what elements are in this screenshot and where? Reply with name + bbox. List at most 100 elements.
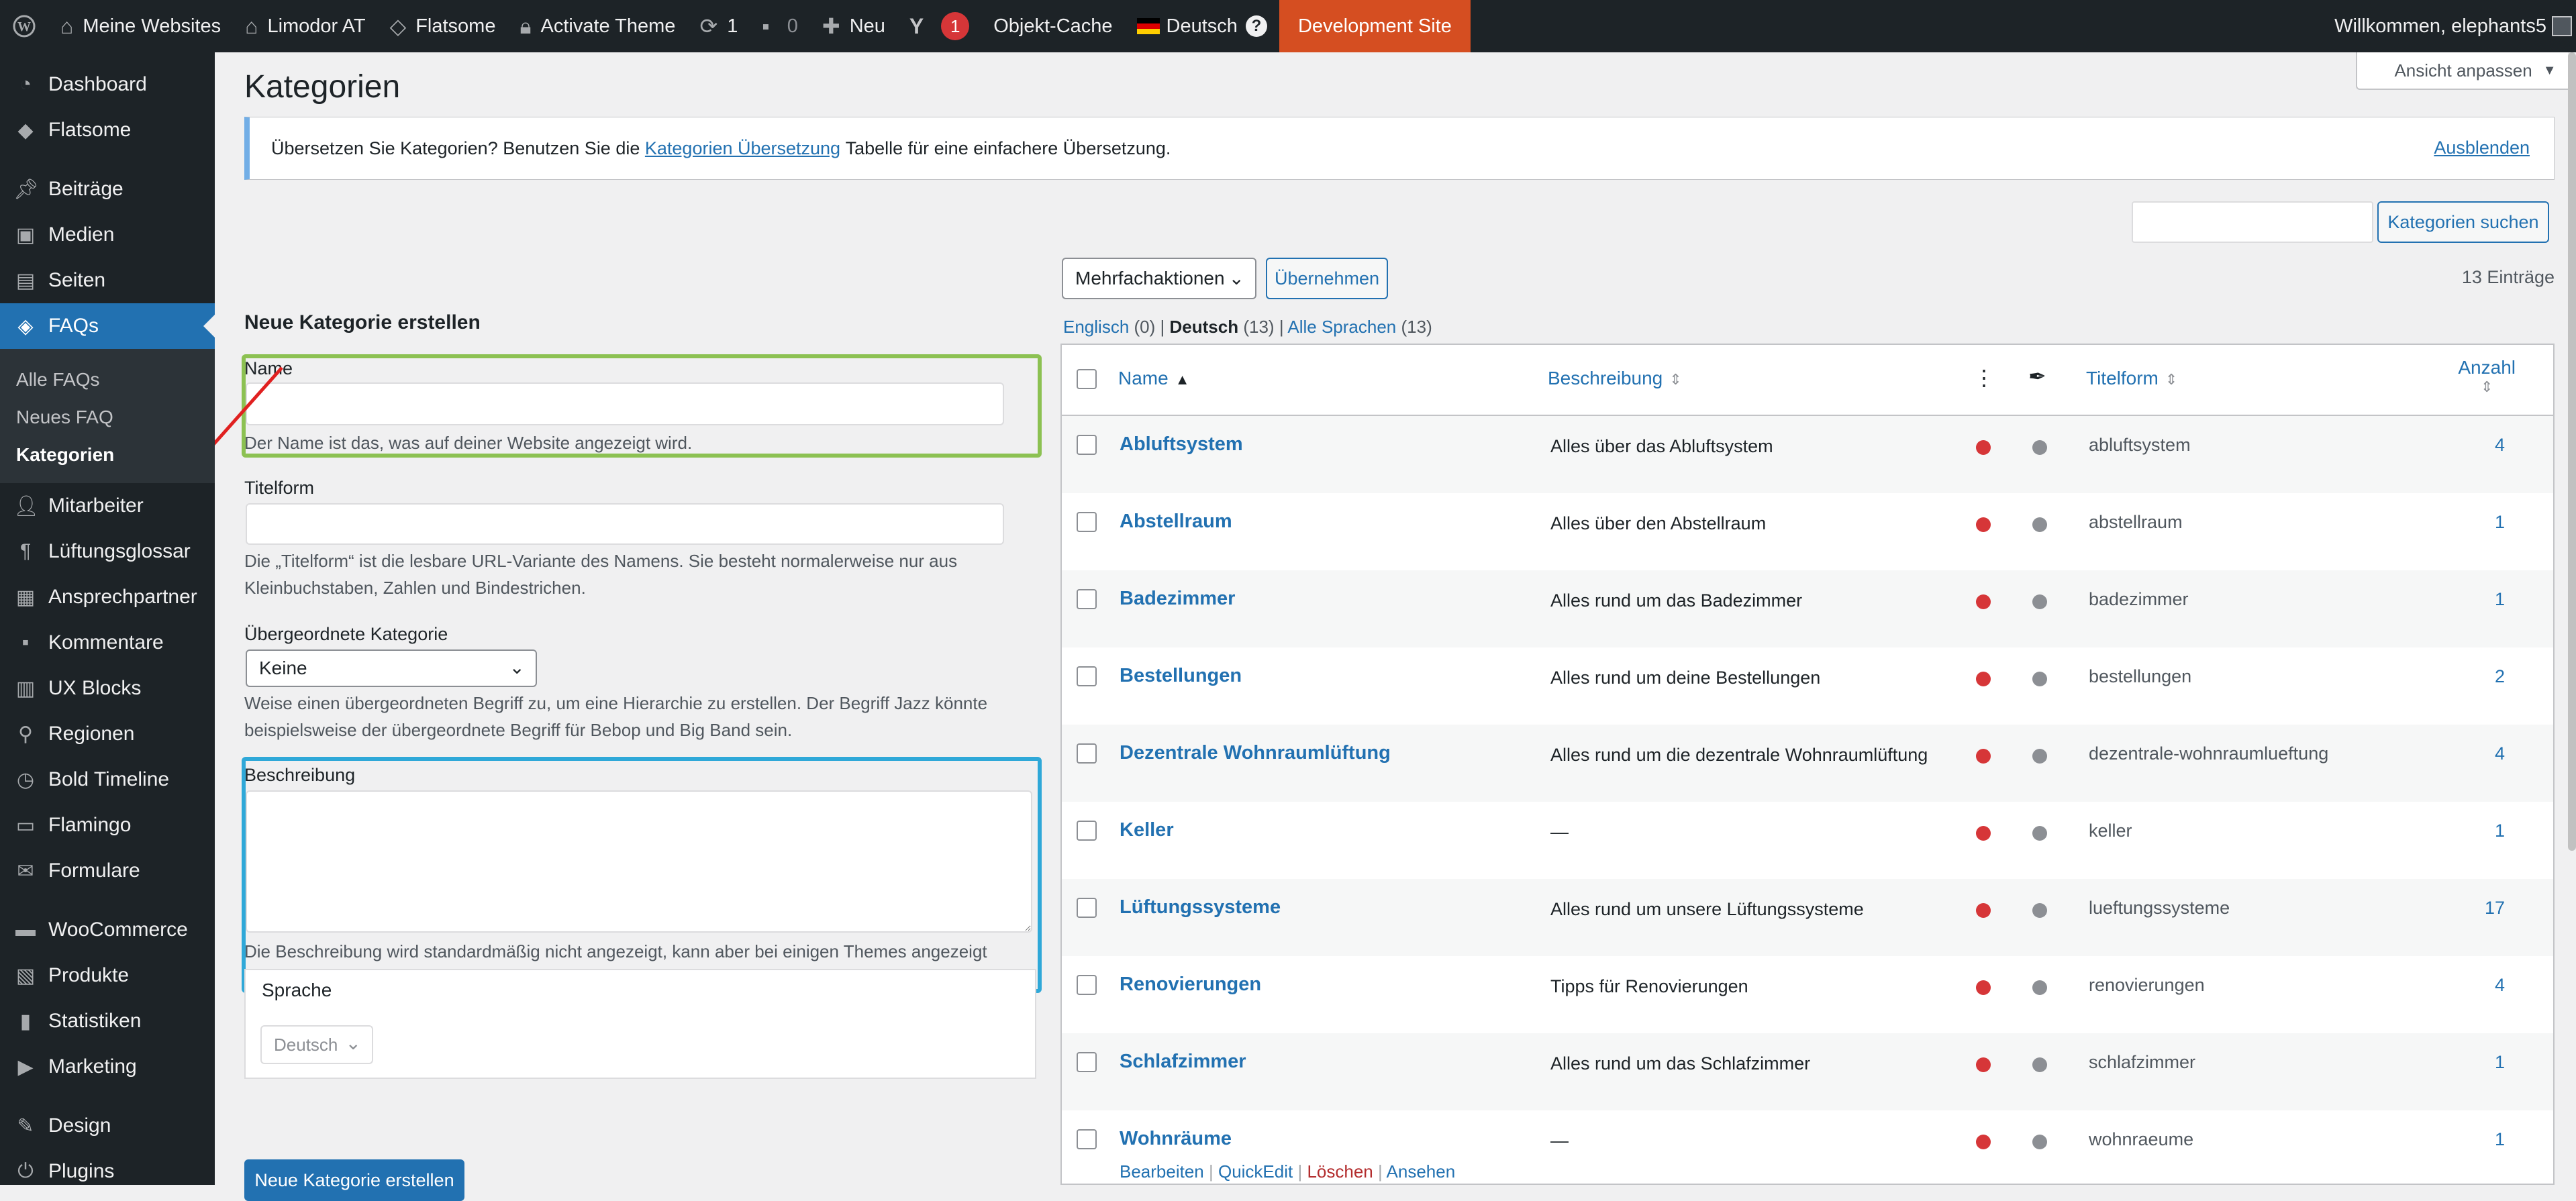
- sidebar-subitem-all-faqs[interactable]: Alle FAQs: [0, 361, 215, 399]
- category-count-link[interactable]: 1: [2495, 589, 2505, 610]
- language-menu[interactable]: Deutsch?: [1125, 0, 1279, 52]
- category-name-link[interactable]: Abluftsystem: [1120, 433, 1243, 456]
- sidebar-item-seiten[interactable]: ▤ Seiten: [0, 258, 215, 303]
- category-count-link[interactable]: 1: [2495, 1129, 2505, 1150]
- row-checkbox[interactable]: [1077, 898, 1097, 918]
- category-count-link[interactable]: 4: [2495, 743, 2505, 764]
- updates-menu[interactable]: ⟳ 1: [687, 0, 750, 52]
- my-account-menu[interactable]: Willkommen, elephants5: [2334, 0, 2576, 52]
- row-checkbox[interactable]: [1077, 589, 1097, 609]
- language-select[interactable]: Deutsch ⌄: [260, 1025, 373, 1064]
- filter-german[interactable]: Deutsch: [1170, 317, 1239, 337]
- sidebar-item-statistiken[interactable]: ▮ Statistiken: [0, 998, 215, 1044]
- sidebar-item-design[interactable]: ✎ Design: [0, 1103, 215, 1149]
- category-name-link[interactable]: Lüftungssysteme: [1120, 896, 1281, 919]
- filter-all-languages[interactable]: Alle Sprachen: [1287, 317, 1396, 337]
- row-checkbox[interactable]: [1077, 666, 1097, 686]
- scrollbar-thumb[interactable]: [2568, 52, 2576, 851]
- name-input[interactable]: [246, 382, 1004, 425]
- category-count-link[interactable]: 4: [2495, 435, 2505, 456]
- comments-menu[interactable]: ▪ 0: [750, 0, 809, 52]
- notice-translation-link[interactable]: Kategorien Übersetzung: [645, 138, 840, 159]
- category-name-link[interactable]: Badezimmer: [1120, 588, 1235, 610]
- delete-link[interactable]: Löschen: [1307, 1161, 1373, 1182]
- edit-link[interactable]: Bearbeiten: [1120, 1161, 1204, 1182]
- row-checkbox[interactable]: [1077, 743, 1097, 764]
- column-count-header[interactable]: Anzahl ⇕: [2458, 357, 2516, 396]
- archive-icon: ▧: [15, 964, 36, 987]
- activate-theme-menu[interactable]: 🔒︎ Activate Theme: [507, 0, 687, 52]
- row-checkbox[interactable]: [1077, 1129, 1097, 1149]
- column-name-header[interactable]: Name ▲: [1118, 368, 1189, 389]
- sidebar-item-kommentare[interactable]: ▪ Kommentare: [0, 620, 215, 666]
- add-category-button[interactable]: Neue Kategorie erstellen: [244, 1159, 464, 1201]
- sidebar-subitem-new-faq[interactable]: Neues FAQ: [0, 399, 215, 436]
- sidebar-item-marketing[interactable]: ▶ Marketing: [0, 1044, 215, 1090]
- category-count-link[interactable]: 4: [2495, 975, 2505, 996]
- category-name-link[interactable]: Keller: [1120, 819, 1174, 841]
- row-checkbox[interactable]: [1077, 975, 1097, 995]
- filter-english[interactable]: Englisch: [1063, 317, 1129, 337]
- sidebar-item-mitarbeiter[interactable]: 👤︎ Mitarbeiter: [0, 483, 215, 529]
- sidebar-item-flamingo[interactable]: ▭ Flamingo: [0, 802, 215, 848]
- sidebar-item-regionen[interactable]: ⚲ Regionen: [0, 711, 215, 757]
- sidebar-subitem-categories[interactable]: Kategorien: [0, 436, 215, 474]
- parent-category-select[interactable]: Keine ⌄: [246, 649, 537, 687]
- sidebar-item-dashboard[interactable]: ◔ Dashboard: [0, 62, 215, 107]
- sidebar-item-lueftungsglossar[interactable]: ¶ Lüftungsglossar: [0, 529, 215, 574]
- scrollbar[interactable]: [2568, 52, 2576, 1185]
- row-checkbox[interactable]: [1077, 512, 1097, 532]
- sidebar-item-ansprechpartner[interactable]: ▦ Ansprechpartner: [0, 574, 215, 620]
- category-count-link[interactable]: 17: [2485, 898, 2505, 919]
- sidebar-item-uxblocks[interactable]: ▥ UX Blocks: [0, 666, 215, 711]
- translation-status-dot: [1976, 826, 1991, 841]
- description-textarea[interactable]: [246, 790, 1032, 933]
- site-name-menu[interactable]: ⌂ Limodor AT: [233, 0, 377, 52]
- search-input[interactable]: [2132, 201, 2373, 243]
- slug-input[interactable]: [246, 503, 1004, 545]
- view-link[interactable]: Ansehen: [1387, 1161, 1456, 1182]
- select-all-checkbox[interactable]: [1077, 369, 1097, 389]
- sidebar-item-plugins[interactable]: ⏻ Plugins: [0, 1149, 215, 1194]
- category-count-link[interactable]: 1: [2495, 512, 2505, 533]
- screen-options-button[interactable]: Ansicht anpassen ▼: [2356, 52, 2576, 90]
- sidebar-item-flatsome[interactable]: ◆ Flatsome: [0, 107, 215, 153]
- row-checkbox[interactable]: [1077, 821, 1097, 841]
- development-site-badge[interactable]: Development Site: [1279, 0, 1471, 52]
- new-content-menu[interactable]: ✚ Neu: [810, 0, 897, 52]
- row-checkbox[interactable]: [1077, 435, 1097, 455]
- sidebar-item-beitraege[interactable]: 📌︎ Beiträge: [0, 166, 215, 212]
- sidebar-item-faqs[interactable]: ◈ FAQs: [0, 303, 215, 349]
- my-sites-menu[interactable]: ⌂ Meine Websites: [48, 0, 233, 52]
- row-checkbox[interactable]: [1077, 1052, 1097, 1072]
- bulk-actions-select[interactable]: Mehrfachaktionen ⌄: [1062, 258, 1256, 299]
- yoast-menu[interactable]: Y1: [897, 0, 981, 52]
- category-name-link[interactable]: Renovierungen: [1120, 974, 1261, 996]
- category-name-link[interactable]: Schlafzimmer: [1120, 1051, 1246, 1073]
- category-name-link[interactable]: Wohnräume: [1120, 1128, 1232, 1150]
- category-count-link[interactable]: 1: [2495, 1052, 2505, 1073]
- quick-edit-link[interactable]: QuickEdit: [1218, 1161, 1293, 1182]
- category-count-link[interactable]: 1: [2495, 821, 2505, 841]
- sidebar-item-boldtimeline[interactable]: ◷ Bold Timeline: [0, 757, 215, 802]
- search-categories-button[interactable]: Kategorien suchen: [2377, 201, 2549, 243]
- category-count-link[interactable]: 2: [2495, 666, 2505, 687]
- faq-icon: ◈: [17, 315, 34, 337]
- object-cache-menu[interactable]: Objekt-Cache: [981, 0, 1124, 52]
- category-name-link[interactable]: Dezentrale Wohnraumlüftung: [1120, 742, 1391, 764]
- sidebar-item-medien[interactable]: ▣ Medien: [0, 212, 215, 258]
- column-slug-header[interactable]: Titelform ⇕: [2086, 368, 2177, 389]
- category-name-link[interactable]: Abstellraum: [1120, 511, 1232, 533]
- sidebar-item-produkte[interactable]: ▧ Produkte: [0, 953, 215, 998]
- language-status-dot: [2032, 1135, 2047, 1149]
- translation-status-dot: [1976, 594, 1991, 609]
- sidebar-item-formulare[interactable]: ✉ Formulare: [0, 848, 215, 894]
- dashboard-icon: ◔: [19, 73, 32, 95]
- category-name-link[interactable]: Bestellungen: [1120, 665, 1242, 687]
- sidebar-item-woocommerce[interactable]: ▬ WooCommerce: [0, 907, 215, 953]
- flatsome-menu[interactable]: ◇ Flatsome: [378, 0, 508, 52]
- notice-dismiss-link[interactable]: Ausblenden: [2434, 138, 2530, 158]
- wp-logo-menu[interactable]: W: [0, 0, 48, 52]
- column-description-header[interactable]: Beschreibung ⇕: [1548, 368, 1682, 389]
- apply-bulk-button[interactable]: Übernehmen: [1266, 258, 1388, 299]
